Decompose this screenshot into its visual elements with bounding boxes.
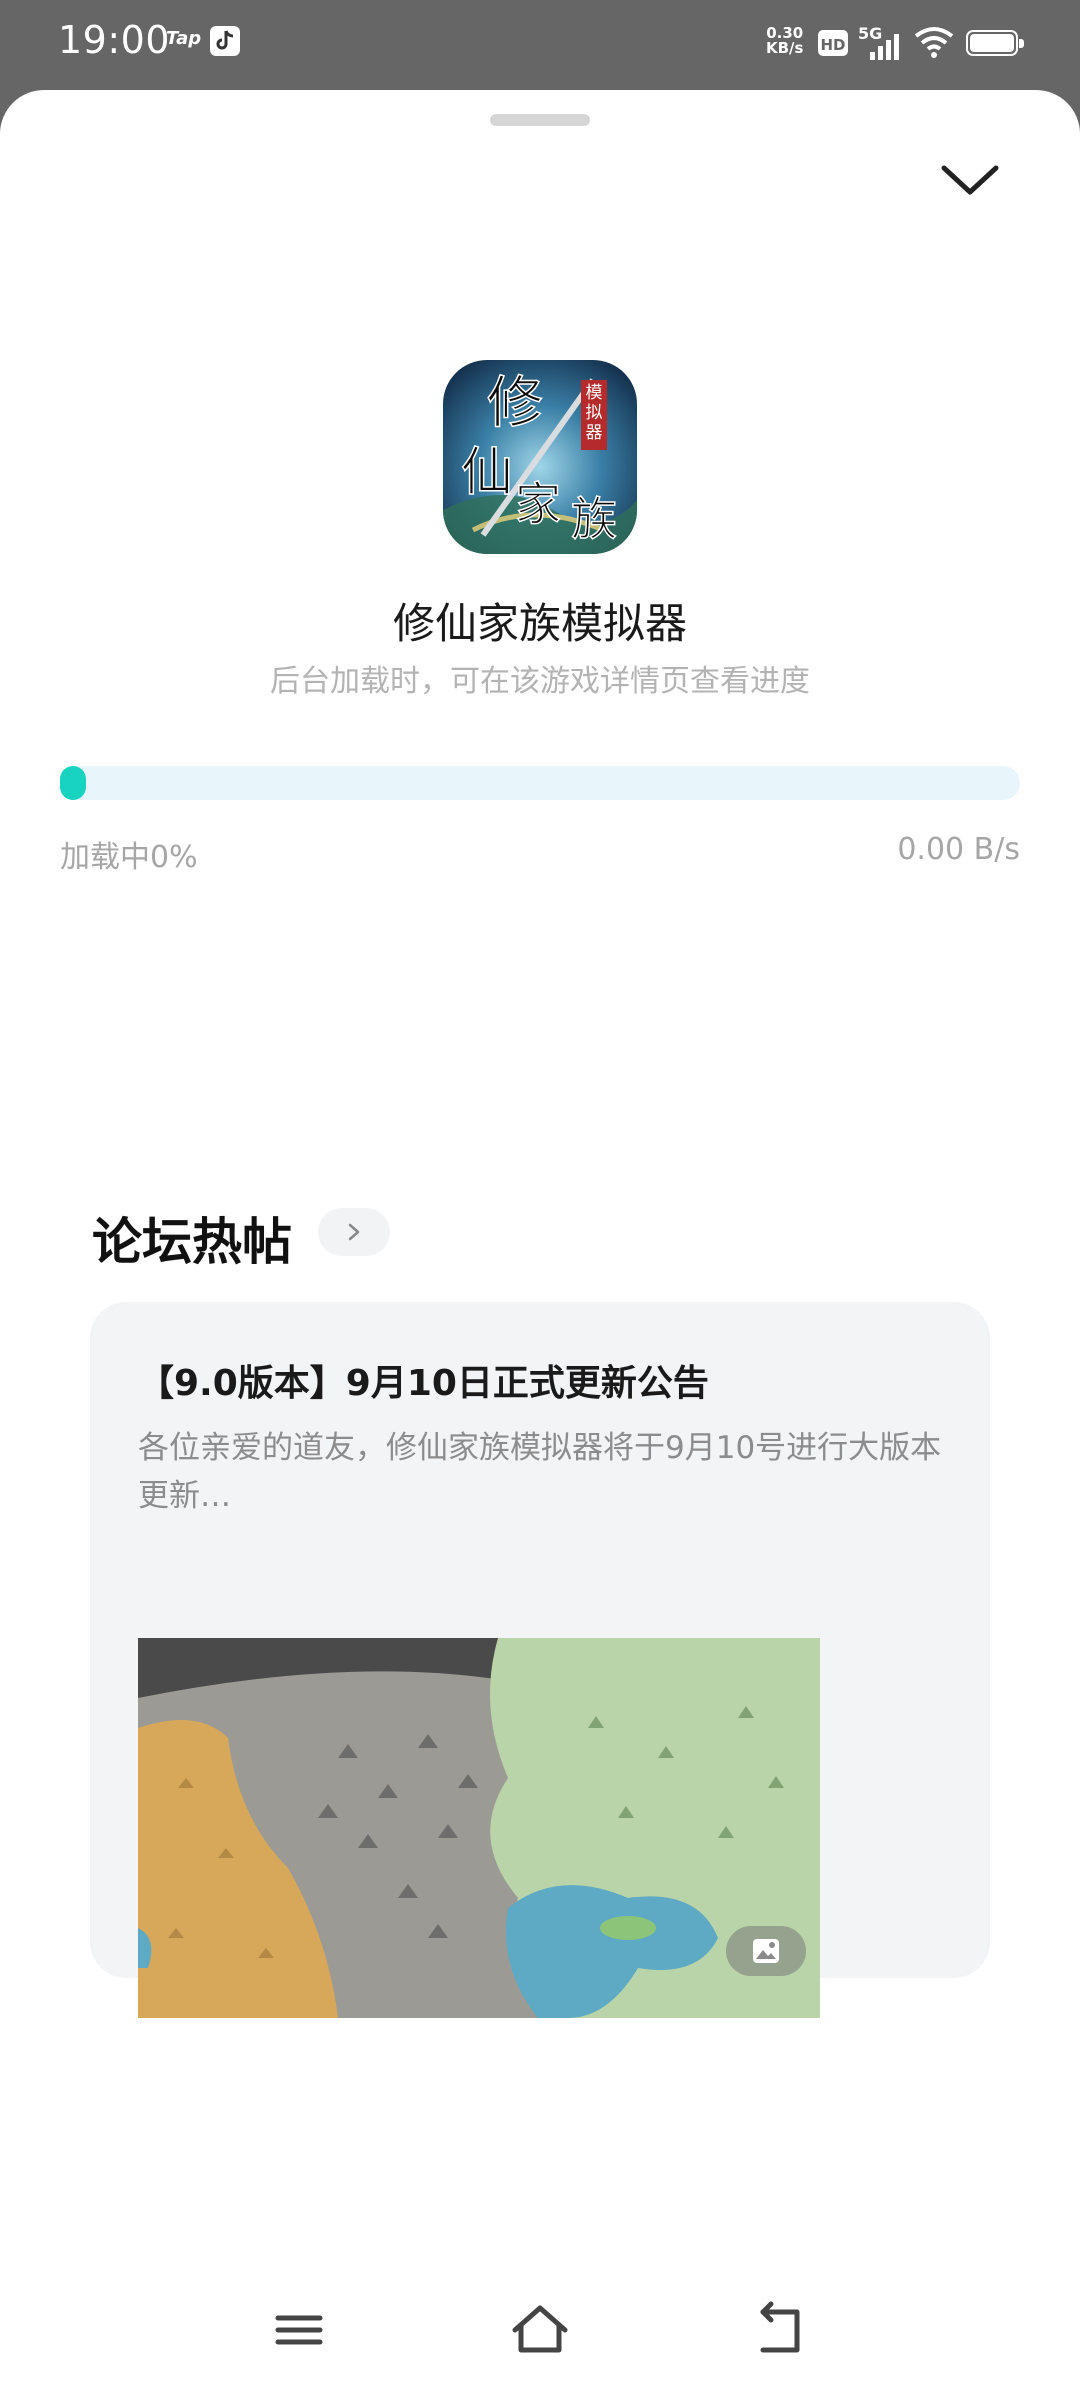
menu-icon[interactable] (264, 2300, 334, 2360)
svg-text:模: 模 (586, 383, 603, 403)
system-nav-bar (0, 2280, 1080, 2388)
svg-text:器: 器 (586, 423, 603, 443)
home-icon[interactable] (505, 2300, 575, 2360)
download-speed: 0.00 B/s (897, 832, 1020, 867)
svg-text:家: 家 (515, 477, 561, 531)
network-speed: 0.30 KB/s (766, 24, 804, 57)
forum-post-card[interactable]: 【9.0版本】9月10日正式更新公告 各位亲爱的道友，修仙家族模拟器将于9月10… (90, 1302, 990, 2018)
image-icon (726, 1926, 806, 1976)
tap-app-icon: Tap (166, 28, 202, 49)
tiktok-icon (210, 26, 240, 56)
download-sheet: 模 拟 器 修 仙 家 族 修仙家族模拟器 后台加载时，可在该游戏详情页查看进度… (0, 90, 1080, 2388)
download-progress-bar (60, 766, 1020, 800)
svg-text:修: 修 (487, 371, 543, 436)
post-image[interactable] (138, 1638, 820, 2018)
sheet-drag-handle[interactable] (490, 114, 590, 126)
battery-icon (966, 30, 1024, 56)
back-icon[interactable] (745, 2300, 815, 2360)
svg-text:族: 族 (571, 492, 617, 546)
wifi-icon (914, 26, 954, 62)
chevron-down-icon[interactable] (940, 160, 1000, 200)
status-time: 19:00 (58, 18, 171, 62)
chevron-right-icon (348, 1223, 360, 1241)
download-status: 加载中0% (60, 840, 198, 875)
signal-5g-icon: 5G (858, 24, 900, 62)
post-excerpt: 各位亲爱的道友，修仙家族模拟器将于9月10号进行大版本更新… (138, 1430, 942, 1514)
svg-text:仙: 仙 (461, 443, 513, 503)
forum-section-title: 论坛热帖 (92, 1213, 292, 1271)
hd-icon: HD (818, 30, 848, 56)
forum-more-button[interactable] (318, 1208, 390, 1256)
download-progress-fill (60, 766, 86, 800)
status-bar: 19:00 Tap 0.30 KB/s HD 5G (0, 0, 1080, 90)
background-load-hint: 后台加载时，可在该游戏详情页查看进度 (270, 664, 810, 699)
post-title[interactable]: 【9.0版本】9月10日正式更新公告 (138, 1354, 709, 1406)
app-icon: 模 拟 器 修 仙 家 族 (443, 360, 637, 554)
app-name: 修仙家族模拟器 (392, 599, 687, 648)
svg-text:拟: 拟 (586, 403, 603, 423)
